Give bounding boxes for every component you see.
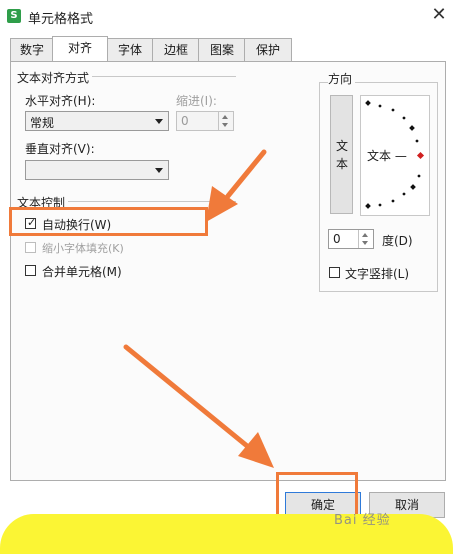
tab-alignment[interactable]: 对齐 <box>52 36 108 61</box>
annotation-arrows <box>123 149 274 468</box>
watermark: Bai 经验 <box>334 513 391 528</box>
